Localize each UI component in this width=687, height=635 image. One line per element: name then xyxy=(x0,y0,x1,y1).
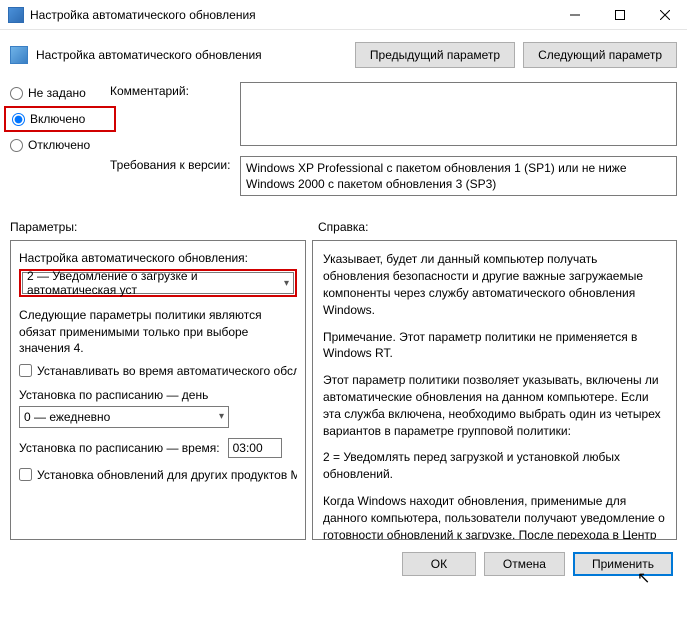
params-panel: Настройка автоматического обновления: 2 … xyxy=(10,240,306,540)
help-paragraph: 2 = Уведомлять перед загрузкой и установ… xyxy=(323,449,666,483)
radio-not-configured-input[interactable] xyxy=(10,87,23,100)
maintenance-checkbox[interactable] xyxy=(19,364,32,377)
help-section-label: Справка: xyxy=(318,220,677,234)
update-mode-select[interactable]: 2 — Уведомление о загрузке и автоматичес… xyxy=(22,272,294,294)
comment-label: Комментарий: xyxy=(110,82,240,146)
radio-not-configured[interactable]: Не задано xyxy=(10,86,110,100)
window-icon xyxy=(8,7,24,23)
footer: ОК Отмена Применить ↖ xyxy=(0,540,687,586)
minimize-button[interactable] xyxy=(552,0,597,30)
requirements-label: Требования к версии: xyxy=(110,156,240,196)
update-mode-label: Настройка автоматического обновления: xyxy=(19,251,297,265)
prev-setting-button[interactable]: Предыдущий параметр xyxy=(355,42,515,68)
cancel-button[interactable]: Отмена xyxy=(484,552,565,576)
apply-button[interactable]: Применить ↖ xyxy=(573,552,673,576)
update-mode-value: 2 — Уведомление о загрузке и автоматичес… xyxy=(27,269,284,297)
params-hint: Следующие параметры политики являются об… xyxy=(19,307,297,356)
policy-title: Настройка автоматического обновления xyxy=(36,48,347,62)
schedule-time-label: Установка по расписанию — время: xyxy=(19,441,220,455)
schedule-day-label: Установка по расписанию — день xyxy=(19,388,297,402)
help-paragraph: Когда Windows находит обновления, примен… xyxy=(323,493,666,540)
radio-enabled-highlight: Включено xyxy=(4,106,116,132)
help-panel[interactable]: Указывает, будет ли данный компьютер пол… xyxy=(312,240,677,540)
schedule-day-select[interactable]: 0 — ежедневно ▾ xyxy=(19,406,229,428)
titlebar: Настройка автоматического обновления xyxy=(0,0,687,30)
requirements-box: Windows XP Professional с пакетом обновл… xyxy=(240,156,677,196)
other-products-checkbox-label: Установка обновлений для других продукто… xyxy=(37,468,297,482)
help-paragraph: Этот параметр политики позволяет указыва… xyxy=(323,372,666,439)
other-products-checkbox[interactable] xyxy=(19,468,32,481)
next-setting-button[interactable]: Следующий параметр xyxy=(523,42,677,68)
chevron-down-icon: ▾ xyxy=(219,411,224,422)
chevron-down-icon: ▾ xyxy=(284,278,289,289)
radio-disabled[interactable]: Отключено xyxy=(10,138,110,152)
policy-icon xyxy=(10,46,28,64)
state-radios: Не задано Включено Отключено xyxy=(10,82,110,206)
header: Настройка автоматического обновления Пре… xyxy=(0,30,687,78)
ok-button[interactable]: ОК xyxy=(402,552,476,576)
radio-not-configured-label: Не задано xyxy=(28,86,86,100)
update-mode-highlight: 2 — Уведомление о загрузке и автоматичес… xyxy=(19,269,297,297)
mouse-cursor-icon: ↖ xyxy=(637,568,650,588)
params-section-label: Параметры: xyxy=(10,220,318,234)
radio-disabled-input[interactable] xyxy=(10,139,23,152)
apply-button-label: Применить xyxy=(592,557,654,571)
maintenance-checkbox-label: Устанавливать во время автоматического о… xyxy=(37,364,297,378)
radio-disabled-label: Отключено xyxy=(28,138,90,152)
schedule-day-value: 0 — ежедневно xyxy=(24,410,110,424)
help-paragraph: Примечание. Этот параметр политики не пр… xyxy=(323,329,666,363)
radio-enabled[interactable]: Включено xyxy=(12,112,85,126)
other-products-checkbox-row[interactable]: Установка обновлений для других продукто… xyxy=(19,468,297,482)
maximize-button[interactable] xyxy=(597,0,642,30)
close-button[interactable] xyxy=(642,0,687,30)
window-title: Настройка автоматического обновления xyxy=(30,8,552,22)
maintenance-checkbox-row[interactable]: Устанавливать во время автоматического о… xyxy=(19,364,297,378)
help-paragraph: Указывает, будет ли данный компьютер пол… xyxy=(323,251,666,318)
radio-enabled-input[interactable] xyxy=(12,113,25,126)
radio-enabled-label: Включено xyxy=(30,112,85,126)
schedule-time-input[interactable] xyxy=(228,438,282,458)
comment-input[interactable] xyxy=(240,82,677,146)
